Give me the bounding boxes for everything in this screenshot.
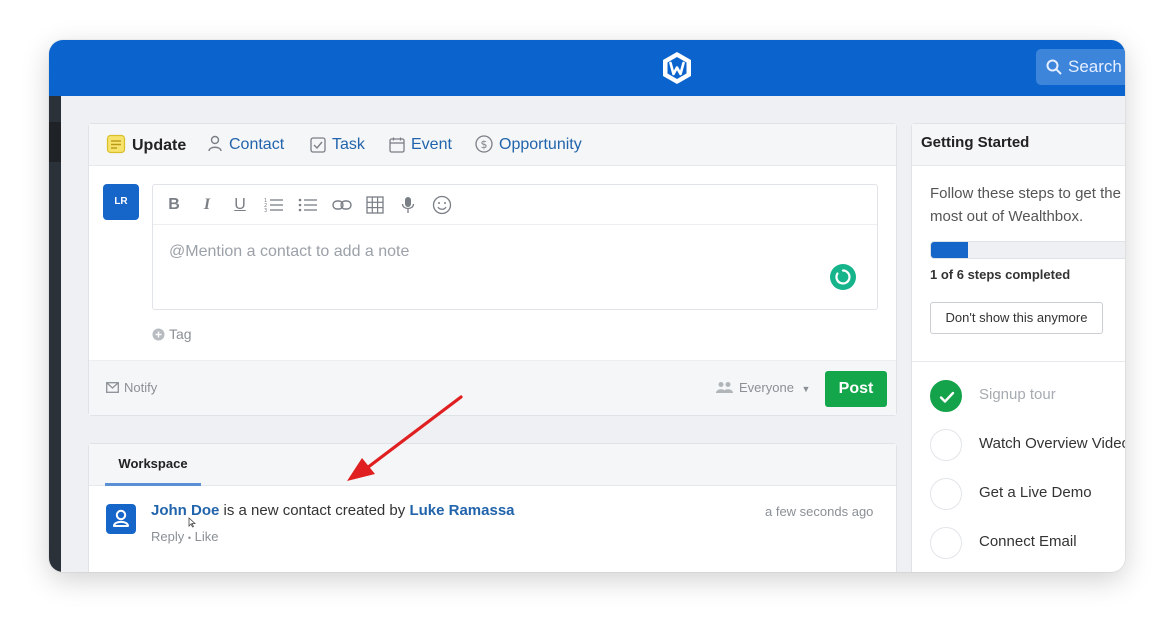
separator-dot: • [187, 533, 192, 543]
search-placeholder: Search [1068, 57, 1122, 76]
composer-tabs: Update Contact Task Event $ Opportunity [89, 124, 896, 166]
dollar-icon: $ [475, 135, 493, 153]
chevron-down-icon: ▼ [801, 384, 811, 394]
app-window: Search Update Contact Task Event $ Opport… [49, 40, 1125, 572]
bullet-list-icon[interactable] [297, 194, 319, 216]
composer-card: Update Contact Task Event $ Opportunity L… [88, 123, 897, 416]
composer-footer: Notify Everyone ▼ Post [89, 360, 896, 415]
note-icon [106, 134, 126, 154]
getting-started-intro: Follow these steps to get the most out o… [930, 185, 1121, 225]
activity-text: John Doe is a new contact created by Luk… [151, 502, 515, 519]
notify-label: Notify [124, 380, 158, 395]
tab-event-label: Event [411, 136, 452, 153]
svg-text:$: $ [481, 138, 488, 151]
visibility-dropdown[interactable]: Everyone ▼ [716, 380, 810, 395]
visibility-label: Everyone [739, 380, 794, 395]
workspace-feed: Workspace John Doe is a new contact crea… [88, 443, 897, 572]
avatar: LR [103, 184, 139, 220]
tab-opportunity[interactable]: $ Opportunity [475, 134, 582, 156]
notify-button[interactable]: Notify [106, 380, 157, 395]
post-button[interactable]: Post [825, 371, 887, 407]
left-sidebar-edge [49, 96, 61, 572]
search-box[interactable]: Search [1036, 49, 1125, 85]
people-icon [716, 382, 733, 393]
tag-label: Tag [169, 326, 192, 342]
contact-avatar-icon [106, 504, 136, 534]
svg-text:3: 3 [264, 208, 267, 214]
search-icon [1046, 59, 1062, 75]
table-icon[interactable] [364, 194, 386, 216]
tab-event[interactable]: Event [389, 134, 452, 156]
getting-started-panel: Getting Started Follow these steps to ge… [911, 123, 1125, 572]
note-editor[interactable]: B I U 123 @Mention a contact to add a no… [152, 184, 878, 310]
progress-fill [931, 242, 968, 258]
feed-tabs: Workspace [89, 444, 896, 486]
step-label: Watch Overview Video [979, 435, 1125, 452]
person-icon [208, 135, 222, 152]
calendar-icon [389, 137, 405, 153]
editor-toolbar: B I U 123 [153, 185, 877, 225]
tab-workspace[interactable]: Workspace [105, 444, 201, 486]
tag-button[interactable]: Tag [152, 326, 192, 342]
tab-contact[interactable]: Contact [207, 134, 284, 156]
composer-body: LR B I U 123 @Mention a contact to add a… [89, 166, 896, 360]
bold-icon[interactable]: B [163, 194, 185, 216]
contact-link[interactable]: John Doe [151, 502, 219, 519]
activity-description: is a new contact created by [219, 502, 410, 519]
check-icon [930, 380, 962, 412]
tab-contact-label: Contact [229, 136, 285, 153]
tab-update-label: Update [132, 137, 187, 154]
tab-update[interactable]: Update [106, 134, 186, 157]
numbered-list-icon[interactable]: 123 [263, 194, 285, 216]
like-link[interactable]: Like [195, 529, 219, 544]
step-watch-overview-video[interactable]: Watch Overview Video [930, 429, 1125, 463]
empty-circle-icon [930, 478, 962, 510]
tab-task[interactable]: Task [310, 134, 365, 156]
empty-circle-icon [930, 527, 962, 559]
tab-task-label: Task [332, 136, 365, 153]
getting-started-title: Getting Started [912, 124, 1125, 166]
top-navigation-bar: Search [49, 40, 1125, 96]
italic-icon[interactable]: I [196, 194, 218, 216]
reply-link[interactable]: Reply [151, 529, 184, 544]
tab-opportunity-label: Opportunity [499, 136, 582, 153]
checkbox-icon [310, 137, 326, 153]
underline-icon[interactable]: U [229, 194, 251, 216]
mail-icon [106, 382, 119, 393]
emoji-icon[interactable] [431, 194, 453, 216]
grammar-check-icon[interactable] [830, 264, 856, 290]
mouse-cursor-icon [188, 517, 196, 528]
activity-timestamp: a few seconds ago [765, 504, 874, 519]
step-label: Signup tour [979, 386, 1056, 403]
plus-circle-icon [152, 328, 165, 341]
activity-actions: Reply • Like [151, 529, 219, 544]
wealthbox-logo-icon[interactable] [659, 50, 695, 86]
creator-link[interactable]: Luke Ramassa [409, 502, 514, 519]
progress-bar [930, 241, 1125, 259]
step-label: Get a Live Demo [979, 484, 1092, 501]
step-connect-email[interactable]: Connect Email [930, 527, 1125, 561]
divider [912, 361, 1125, 362]
step-signup-tour[interactable]: Signup tour [930, 380, 1125, 414]
link-icon[interactable] [331, 194, 353, 216]
dismiss-button[interactable]: Don't show this anymore [930, 302, 1103, 334]
progress-label: 1 of 6 steps completed [930, 267, 1071, 282]
step-get-live-demo[interactable]: Get a Live Demo [930, 478, 1125, 512]
note-input-placeholder[interactable]: @Mention a contact to add a note [169, 243, 409, 261]
step-label: Connect Email [979, 533, 1077, 550]
microphone-icon[interactable] [397, 194, 419, 216]
empty-circle-icon [930, 429, 962, 461]
